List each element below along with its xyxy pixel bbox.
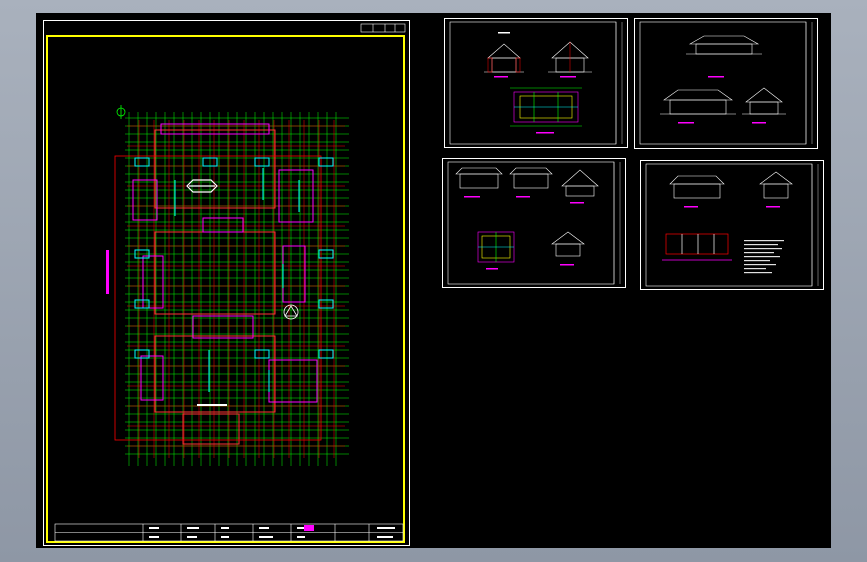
side-elevation xyxy=(561,169,599,197)
view-captions xyxy=(684,206,780,208)
plan xyxy=(662,233,732,261)
plan xyxy=(477,231,515,263)
view-captions xyxy=(464,196,584,270)
title-block-mark xyxy=(304,525,314,531)
courtyard-building xyxy=(114,123,322,445)
title-block xyxy=(54,523,404,542)
side-label-text xyxy=(106,250,109,294)
sheet-site-plan[interactable] xyxy=(43,20,410,546)
axis-grid xyxy=(125,112,349,466)
floor-plan xyxy=(510,87,582,127)
view-captions xyxy=(678,122,766,124)
corner-stamp xyxy=(360,23,406,33)
sheet-hall-drawings-4[interactable] xyxy=(640,160,824,290)
sheet-hall-drawings-1[interactable] xyxy=(444,18,628,148)
side-section xyxy=(742,87,786,115)
columns xyxy=(134,157,334,392)
elevation-a xyxy=(455,167,503,189)
drawing-frame xyxy=(46,35,405,543)
plan-caption xyxy=(197,404,227,406)
sheet-hall-drawings-3[interactable] xyxy=(442,158,626,288)
sheet-hall-drawings-2[interactable] xyxy=(634,18,818,149)
section xyxy=(551,231,585,257)
side-section xyxy=(759,171,793,199)
front-elevation-2 xyxy=(660,89,736,115)
front-elevation xyxy=(686,35,762,55)
front-elevation xyxy=(669,175,725,199)
elevation-b xyxy=(509,167,553,189)
cad-model-space[interactable] xyxy=(36,13,831,548)
axis-lines xyxy=(127,120,345,458)
north-arrow-icon xyxy=(116,105,126,119)
view-captions xyxy=(494,76,576,134)
notes-text xyxy=(744,240,784,274)
